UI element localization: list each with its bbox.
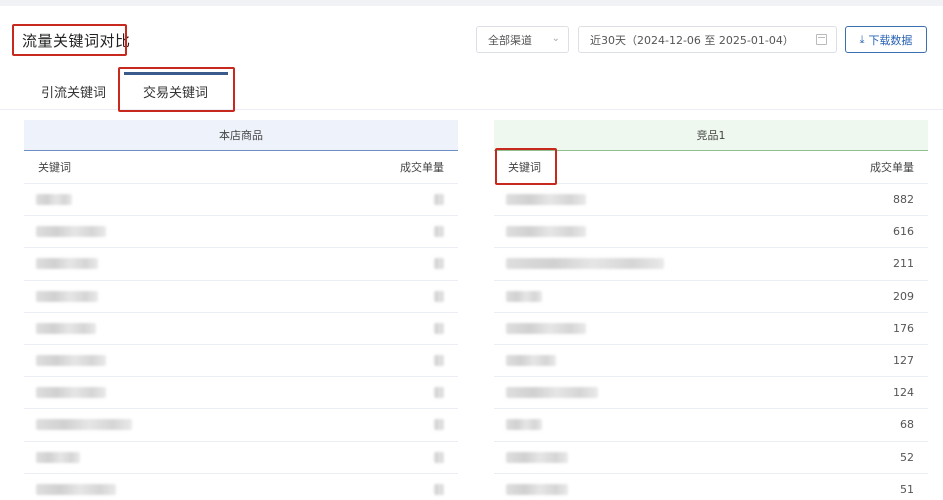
table-row: 124 [494, 377, 928, 410]
order-count: 176 [893, 321, 914, 335]
table-row: 211 [494, 248, 928, 281]
download-button-label: 下载数据 [868, 33, 913, 47]
redacted-order-count [434, 451, 444, 463]
order-count: 882 [893, 193, 914, 207]
order-count: 124 [893, 386, 914, 400]
order-count: 616 [893, 225, 914, 239]
date-range-picker[interactable]: 近30天（2024-12-06 至 2025-01-04） [578, 26, 837, 53]
table-row [24, 474, 458, 500]
top-strip [0, 0, 943, 6]
calendar-icon [816, 34, 827, 45]
col-orders: 成交单量 [400, 161, 444, 174]
redacted-order-count [434, 387, 444, 399]
chevron-down-icon: ⌄ [551, 33, 560, 44]
redacted-keyword [36, 483, 116, 495]
own-product-panel: 本店商品 关键词 成交单量 [24, 120, 458, 500]
date-range-value: 近30天（2024-12-06 至 2025-01-04） [590, 33, 794, 47]
redacted-keyword [506, 483, 568, 495]
redacted-keyword [36, 451, 80, 463]
redacted-keyword [506, 226, 586, 238]
column-header-row: 关键词 成交单量 [24, 151, 458, 184]
table-row: 127 [494, 345, 928, 378]
redacted-order-count [434, 355, 444, 367]
redacted-order-count [434, 322, 444, 334]
panel-title-competitor: 竞品1 [494, 120, 928, 151]
col-keyword: 关键词 [38, 161, 71, 174]
redacted-keyword [506, 290, 542, 302]
order-count: 52 [900, 450, 914, 464]
table-row [24, 313, 458, 345]
table-row [24, 184, 458, 217]
highlight-box-title [12, 24, 127, 56]
table-row [24, 442, 458, 474]
redacted-keyword [506, 451, 568, 463]
order-count: 209 [893, 289, 914, 303]
redacted-keyword [506, 355, 556, 367]
table-row: 176 [494, 313, 928, 345]
redacted-keyword [36, 419, 132, 431]
redacted-keyword [36, 258, 98, 270]
own-keyword-list [24, 184, 458, 500]
col-orders: 成交单量 [870, 161, 914, 174]
highlight-box-keyword [495, 148, 557, 185]
order-count: 68 [900, 418, 914, 432]
download-icon: ⤓ [859, 32, 865, 46]
table-row [24, 409, 458, 442]
table-row: 882 [494, 184, 928, 217]
redacted-order-count [434, 419, 444, 431]
redacted-keyword [506, 419, 542, 431]
channel-select-value: 全部渠道 [488, 33, 532, 47]
redacted-order-count [434, 258, 444, 270]
redacted-keyword [506, 194, 586, 206]
table-row: 68 [494, 409, 928, 442]
order-count: 127 [893, 354, 914, 368]
table-row: 52 [494, 442, 928, 474]
redacted-keyword [36, 322, 96, 334]
download-button[interactable]: ⤓ 下载数据 [845, 26, 927, 53]
competitor-panel: 竞品1 关键词 成交单量 882 616 211 209 176 127 124 68 52 51 [494, 120, 928, 500]
redacted-keyword [506, 322, 586, 334]
redacted-keyword [36, 387, 106, 399]
redacted-order-count [434, 483, 444, 495]
redacted-keyword [506, 387, 598, 399]
redacted-keyword [36, 226, 106, 238]
table-row [24, 345, 458, 378]
redacted-order-count [434, 290, 444, 302]
table-row [24, 377, 458, 410]
table-row: 209 [494, 281, 928, 313]
redacted-keyword [36, 290, 98, 302]
tab-traffic-keywords[interactable]: 引流关键词 [41, 82, 106, 101]
redacted-keyword [506, 258, 664, 270]
competitor-keyword-list: 882 616 211 209 176 127 124 68 52 51 [494, 184, 928, 500]
redacted-keyword [36, 194, 72, 206]
table-row [24, 216, 458, 249]
table-row [24, 248, 458, 281]
column-header-row: 关键词 成交单量 [494, 151, 928, 184]
table-row: 616 [494, 216, 928, 249]
table-row [24, 281, 458, 313]
panel-title-own: 本店商品 [24, 120, 458, 151]
order-count: 51 [900, 482, 914, 496]
order-count: 211 [893, 257, 914, 271]
redacted-order-count [434, 194, 444, 206]
channel-select[interactable]: 全部渠道 ⌄ [476, 26, 569, 53]
highlight-box-tab [118, 67, 235, 112]
table-row: 51 [494, 474, 928, 500]
redacted-order-count [434, 226, 444, 238]
redacted-keyword [36, 355, 106, 367]
